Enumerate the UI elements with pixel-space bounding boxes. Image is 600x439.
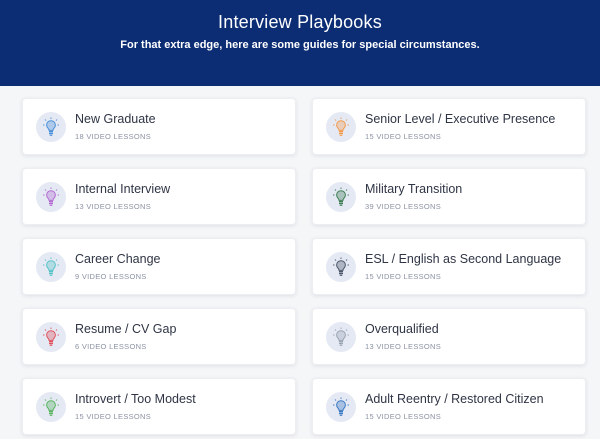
playbook-title: Internal Interview <box>75 182 171 196</box>
lightbulb-icon <box>326 182 356 212</box>
playbook-title: Introvert / Too Modest <box>75 392 196 406</box>
playbook-title: Adult Reentry / Restored Citizen <box>365 392 544 406</box>
playbook-card[interactable]: Overqualified 13 VIDEO LESSONS <box>312 308 586 365</box>
lightbulb-icon <box>36 252 66 282</box>
playbook-card[interactable]: Adult Reentry / Restored Citizen 15 VIDE… <box>312 378 586 435</box>
lightbulb-icon <box>36 322 66 352</box>
playbook-card[interactable]: Internal Interview 13 VIDEO LESSONS <box>22 168 296 225</box>
lesson-count: 9 VIDEO LESSONS <box>75 272 147 281</box>
lesson-count: 13 VIDEO LESSONS <box>365 342 442 351</box>
lesson-count: 18 VIDEO LESSONS <box>75 132 152 141</box>
playbook-card[interactable]: Military Transition 39 VIDEO LESSONS <box>312 168 586 225</box>
playbook-title: Senior Level / Executive Presence <box>365 112 556 126</box>
playbook-card[interactable]: Senior Level / Executive Presence 15 VID… <box>312 98 586 155</box>
playbook-title: Overqualified <box>365 322 439 336</box>
lightbulb-icon <box>36 182 66 212</box>
lesson-count: 15 VIDEO LESSONS <box>365 272 442 281</box>
playbook-card[interactable]: Introvert / Too Modest 15 VIDEO LESSONS <box>22 378 296 435</box>
lesson-count: 13 VIDEO LESSONS <box>75 202 152 211</box>
playbook-card[interactable]: New Graduate 18 VIDEO LESSONS <box>22 98 296 155</box>
playbook-card[interactable]: ESL / English as Second Language 15 VIDE… <box>312 238 586 295</box>
playbook-card[interactable]: Resume / CV Gap 6 VIDEO LESSONS <box>22 308 296 365</box>
lightbulb-icon <box>326 392 356 422</box>
playbook-title: Resume / CV Gap <box>75 322 177 336</box>
lesson-count: 39 VIDEO LESSONS <box>365 202 442 211</box>
lightbulb-icon <box>36 112 66 142</box>
playbook-grid: New Graduate 18 VIDEO LESSONS Senior Lev… <box>0 0 600 439</box>
playbook-title: Military Transition <box>365 182 463 196</box>
playbook-card[interactable]: Career Change 9 VIDEO LESSONS <box>22 238 296 295</box>
lesson-count: 15 VIDEO LESSONS <box>365 132 442 141</box>
playbook-title: New Graduate <box>75 112 156 126</box>
lesson-count: 15 VIDEO LESSONS <box>365 412 442 421</box>
lesson-count: 15 VIDEO LESSONS <box>75 412 152 421</box>
playbook-title: Career Change <box>75 252 161 266</box>
lesson-count: 6 VIDEO LESSONS <box>75 342 147 351</box>
lightbulb-icon <box>36 392 66 422</box>
lightbulb-icon <box>326 252 356 282</box>
lightbulb-icon <box>326 322 356 352</box>
playbook-title: ESL / English as Second Language <box>365 252 562 266</box>
lightbulb-icon <box>326 112 356 142</box>
